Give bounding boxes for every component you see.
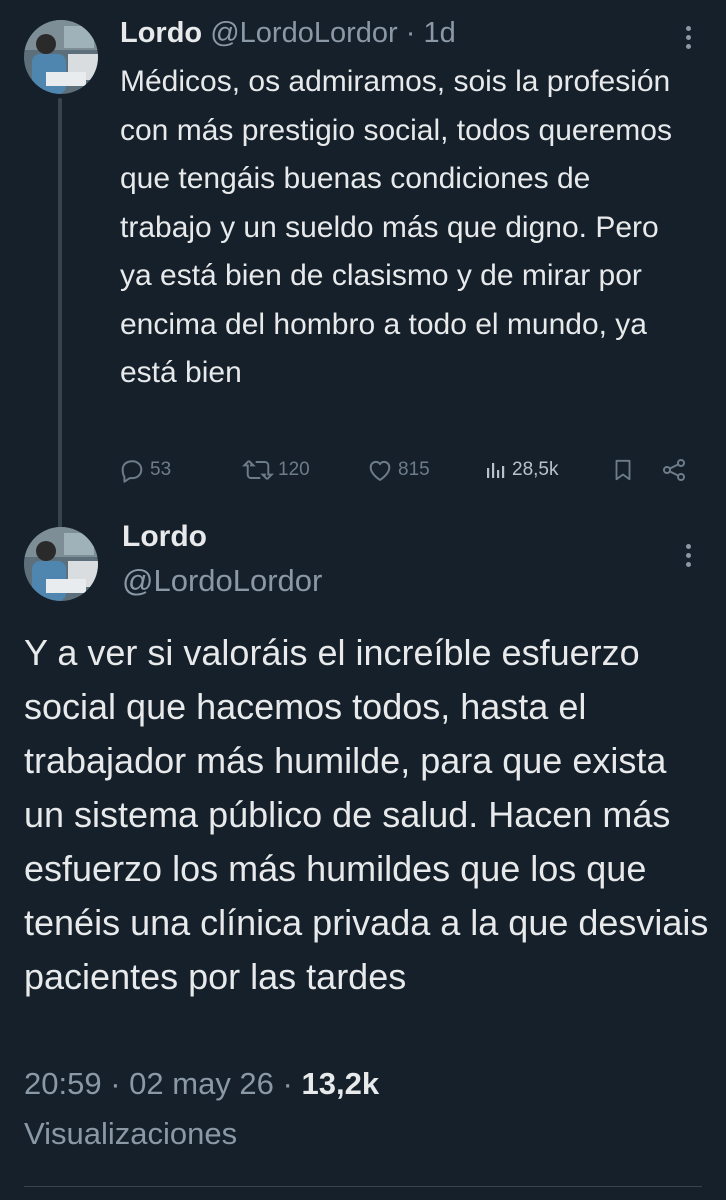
like-count: 815 — [398, 459, 430, 480]
action-bar: 53 120 815 28,5k — [118, 452, 690, 488]
retweet-button[interactable]: 120 — [242, 452, 310, 488]
tweet-header: Lordo @LordoLordor · 1d — [120, 14, 456, 52]
display-name[interactable]: Lordo — [120, 17, 202, 49]
timestamp[interactable]: 1d — [423, 17, 455, 49]
more-icon[interactable] — [683, 26, 693, 56]
handle[interactable]: @LordoLordor — [210, 17, 397, 49]
more-icon[interactable] — [683, 544, 693, 574]
tweet-text: Y a ver si valoráis el increíble esfuerz… — [24, 632, 709, 997]
handle[interactable]: @LordoLordor — [122, 563, 322, 599]
avatar[interactable] — [24, 527, 98, 601]
like-button[interactable]: 815 — [366, 452, 430, 488]
divider — [24, 1186, 702, 1187]
tweet-text: Médicos, os admiramos, sois la profesión… — [120, 65, 672, 389]
views-icon — [487, 463, 505, 478]
thread-line — [58, 98, 62, 528]
bookmark-icon — [615, 459, 631, 481]
views-count: 13,2k — [301, 1066, 380, 1101]
tweet-meta: 20:59 · 02 may 26 · 13,2k — [24, 1066, 379, 1102]
reply-button[interactable]: 53 — [118, 452, 171, 488]
reply-icon — [121, 460, 143, 483]
separator: · — [405, 17, 416, 49]
bookmark-button[interactable] — [610, 452, 640, 488]
separator: · — [282, 1066, 293, 1101]
views-count: 28,5k — [512, 459, 559, 480]
separator: · — [110, 1066, 121, 1101]
display-name[interactable]: Lordo — [122, 520, 207, 554]
share-icon — [662, 458, 686, 482]
reply-count: 53 — [150, 459, 172, 480]
avatar[interactable] — [24, 20, 98, 94]
views-label: Visualizaciones — [24, 1116, 238, 1151]
date[interactable]: 02 may 26 — [129, 1066, 274, 1101]
views-button[interactable]: 28,5k — [484, 452, 558, 488]
retweet-count: 120 — [278, 459, 310, 480]
timestamp[interactable]: 20:59 — [24, 1066, 102, 1101]
retweet-icon — [242, 460, 274, 480]
share-button[interactable] — [660, 452, 692, 488]
heart-icon — [369, 460, 391, 481]
